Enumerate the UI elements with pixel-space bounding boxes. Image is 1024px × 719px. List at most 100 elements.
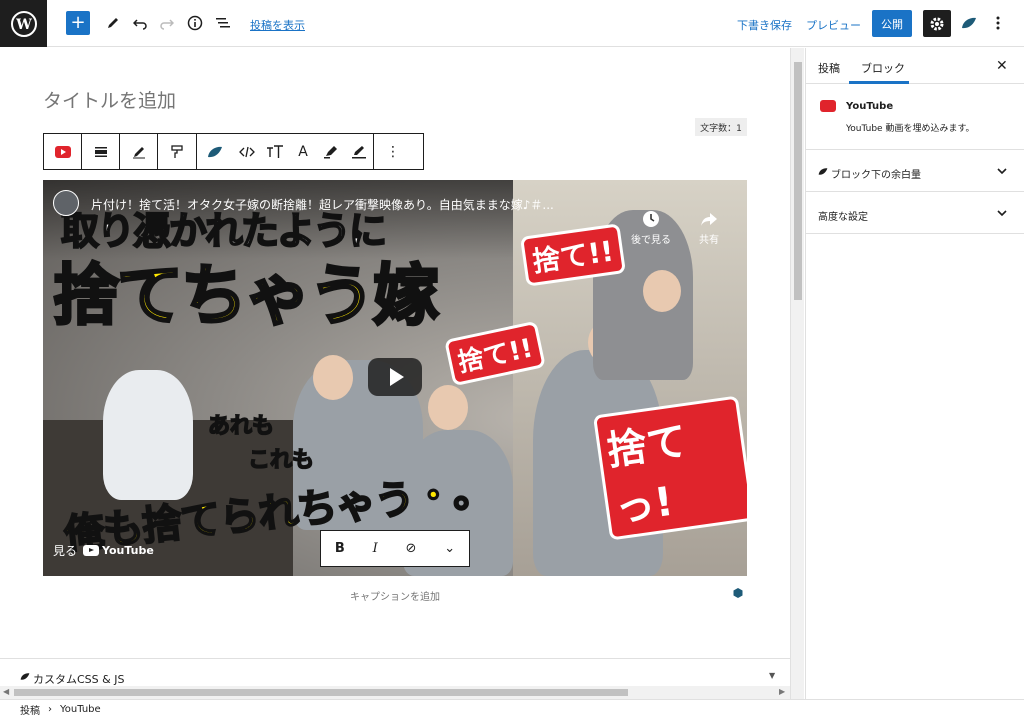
settings-sidebar: 投稿 ブロック ✕ YouTube YouTube 動画を埋め込みます。 ブロッ… [805, 48, 1024, 699]
tab-post[interactable]: 投稿 [818, 60, 840, 76]
options-button[interactable] [988, 13, 1008, 33]
video-title[interactable]: 片付け！捨て活！オタク女子嫁の断捨離！超レア衝撃映像あり。自由気ままな嫁♪＃..… [91, 196, 554, 213]
block-card-description: YouTube 動画を埋め込みます。 [846, 124, 975, 134]
youtube-embed[interactable]: 取り憑かれたように 捨てちゃう嫁 俺も捨てられちゃう・。 捨て!! 捨て!! 捨… [43, 180, 747, 576]
highlight-button[interactable] [317, 134, 345, 169]
leaf-icon [208, 146, 222, 157]
save-draft-button[interactable]: 下書き保存 [737, 17, 792, 33]
undo-button[interactable] [130, 13, 150, 33]
edit-pencil-button[interactable] [103, 13, 123, 33]
pencil-icon [132, 146, 145, 158]
channel-avatar[interactable] [53, 190, 79, 216]
list-view-icon [216, 18, 230, 28]
watch-on-label: 見る [53, 544, 78, 558]
settings-button[interactable] [923, 10, 951, 37]
chevron-down-icon [997, 210, 1007, 217]
caption-format-toolbar: B I ⊘ ⌄ [320, 530, 470, 567]
editor-horizontal-scrollbar[interactable]: ◀ ▶ [0, 686, 790, 699]
youtube-icon [83, 545, 100, 556]
bold-button[interactable]: B [335, 541, 345, 556]
watch-on-youtube-link[interactable]: 見る YouTube [53, 542, 154, 559]
thumbnail-caption-main: 捨てちゃう嫁 [52, 256, 441, 336]
collapse-triangle-icon[interactable]: ▼ [769, 671, 775, 680]
block-card-title: YouTube [846, 101, 894, 112]
list-view-button[interactable] [213, 13, 233, 33]
share-button[interactable]: 共有 [699, 210, 719, 246]
watch-later-button[interactable]: 後で見る [631, 210, 671, 246]
block-type-group [44, 134, 197, 169]
clock-icon [643, 211, 659, 227]
word-count-badge: 文字数：1 [695, 118, 747, 136]
plastic-bag-shape [103, 370, 193, 500]
gear-icon [930, 17, 944, 30]
block-card: YouTube YouTube 動画を埋め込みます。 [806, 84, 1024, 150]
breadcrumb-youtube[interactable]: YouTube [60, 704, 101, 715]
underline-marker-button[interactable] [345, 134, 373, 169]
chevron-down-icon [997, 168, 1007, 175]
play-icon [390, 368, 404, 386]
shield-icon[interactable] [733, 588, 743, 598]
details-button[interactable] [185, 13, 205, 33]
youtube-icon [54, 145, 71, 158]
play-button[interactable] [368, 358, 422, 396]
youtube-wordmark: YouTube [102, 544, 154, 557]
code-icon [239, 146, 255, 157]
style-button[interactable] [158, 134, 196, 169]
breadcrumb-post[interactable]: 投稿 [20, 702, 40, 717]
custom-css-js-panel[interactable]: カスタムCSS & JS ▼ [0, 658, 790, 688]
leaf-icon [962, 17, 976, 29]
text-color-button[interactable]: A [289, 134, 317, 169]
panel-advanced[interactable]: 高度な設定 [806, 192, 1024, 234]
vertical-ellipsis-icon [996, 16, 1000, 30]
redo-button[interactable] [157, 13, 177, 33]
horizontal-scroll-thumb[interactable] [14, 689, 628, 696]
link-button[interactable]: ⊘ [406, 541, 417, 556]
leaf-icon [818, 168, 828, 175]
youtube-logo: YouTube [83, 544, 154, 557]
panel-bottom-margin-label: ブロック下の余白量 [831, 170, 921, 181]
sidebar-tabs: 投稿 ブロック ✕ [806, 48, 1024, 84]
thumbnail-badge-3: 捨てっ! [592, 395, 747, 541]
marker-icon [324, 145, 337, 158]
html-button[interactable] [233, 134, 261, 169]
more-format-button[interactable]: ⌄ [444, 541, 455, 556]
watch-later-label: 後で見る [631, 235, 671, 246]
edit-url-button[interactable] [120, 134, 158, 169]
scroll-right-arrow-icon[interactable]: ▶ [779, 687, 785, 696]
view-post-link[interactable]: 投稿を表示 [250, 17, 305, 33]
breadcrumb-separator: › [48, 704, 52, 715]
youtube-icon [820, 100, 836, 112]
face-shape-1 [313, 355, 353, 400]
align-button[interactable] [82, 134, 120, 169]
close-icon[interactable]: ✕ [996, 58, 1008, 74]
tab-block[interactable]: ブロック [861, 60, 905, 76]
plugin-tool-button[interactable] [197, 134, 233, 169]
breadcrumb: 投稿 › YouTube [0, 699, 1024, 719]
pencil-icon [108, 18, 118, 28]
face-shape-4 [643, 270, 681, 312]
vertical-scroll-thumb[interactable] [794, 62, 802, 300]
italic-button[interactable]: I [373, 541, 378, 556]
scroll-left-arrow-icon[interactable]: ◀ [3, 687, 9, 696]
thumbnail-caption-are: あれも [207, 413, 275, 440]
font-size-button[interactable] [261, 134, 289, 169]
youtube-block-switcher[interactable] [44, 134, 82, 169]
share-label: 共有 [699, 235, 719, 246]
text-size-icon [267, 144, 283, 158]
plus-icon: + [70, 12, 86, 33]
editor-vertical-scrollbar[interactable] [790, 48, 804, 700]
caption-input[interactable]: キャプションを追加 [350, 588, 440, 603]
block-options-button[interactable]: ⋮ [374, 134, 412, 169]
publish-button[interactable]: 公開 [872, 10, 912, 37]
wordpress-logo-icon[interactable]: W [0, 0, 47, 47]
post-title-input[interactable]: タイトルを追加 [43, 86, 176, 113]
panel-advanced-label: 高度な設定 [818, 212, 868, 223]
add-block-button[interactable]: + [66, 11, 90, 35]
plugin-button[interactable] [959, 13, 979, 33]
pencil-underline-icon [352, 145, 366, 158]
block-toolbar: A ⋮ [43, 133, 424, 170]
info-icon [187, 15, 203, 31]
share-arrow-icon [701, 213, 717, 226]
preview-button[interactable]: プレビュー [806, 17, 861, 33]
panel-bottom-margin[interactable]: ブロック下の余白量 [806, 150, 1024, 192]
